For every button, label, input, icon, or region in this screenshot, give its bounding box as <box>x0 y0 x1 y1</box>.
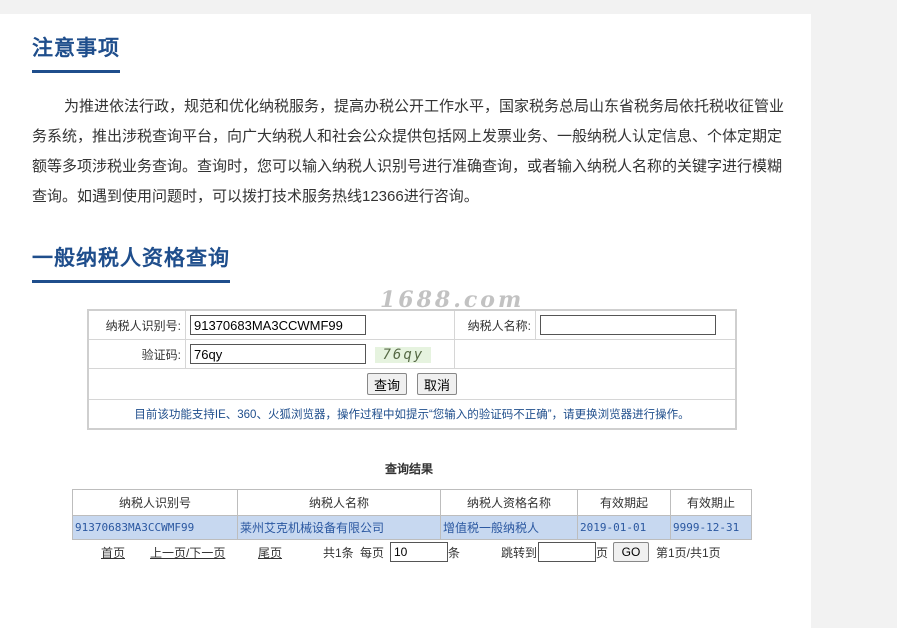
per-page-input[interactable] <box>390 542 448 562</box>
captcha-image[interactable]: 76qy <box>375 347 432 364</box>
col-header-taxpayer-id: 纳税人识别号 <box>72 489 238 516</box>
col-header-valid-from: 有效期起 <box>577 489 671 516</box>
pagination: 首页 上一页/下一页 尾页 共1条 每页 条 跳转到 页 GO 第1页/共1页 <box>0 542 811 564</box>
captcha-label: 验证码: <box>87 339 186 369</box>
query-form: 纳税人识别号: 纳税人名称: 验证码: 76qy 查询 取消 目前该功能支持IE… <box>87 309 737 430</box>
cell-qualification: 增值税一般纳税人 <box>440 515 578 540</box>
page-unit: 页 <box>596 546 609 560</box>
jump-page-input[interactable] <box>538 542 596 562</box>
cancel-button[interactable]: 取消 <box>417 373 458 395</box>
last-page-link[interactable]: 尾页 <box>258 544 282 561</box>
taxpayer-id-label: 纳税人识别号: <box>87 309 186 340</box>
taxpayer-name-input[interactable] <box>540 315 716 335</box>
cell-taxpayer-id: 91370683MA3CCWMF99 <box>72 515 238 540</box>
taxpayer-name-label: 纳税人名称: <box>454 309 536 340</box>
total-count: 共1条 <box>323 546 354 560</box>
result-header-row: 纳税人识别号 纳税人名称 纳税人资格名称 有效期起 有效期止 <box>72 489 752 516</box>
per-page-unit: 条 <box>448 546 461 560</box>
query-title: 一般纳税人资格查询 <box>32 242 230 283</box>
cell-valid-to: 9999-12-31 <box>670 515 752 540</box>
page-info: 第1页/共1页 <box>656 546 721 560</box>
result-table: 纳税人识别号 纳税人名称 纳税人资格名称 有效期起 有效期止 91370683M… <box>72 489 752 540</box>
col-header-qualification: 纳税人资格名称 <box>440 489 578 516</box>
col-header-valid-to: 有效期止 <box>670 489 752 516</box>
table-row: 91370683MA3CCWMF99 莱州艾克机械设备有限公司 增值税一般纳税人… <box>72 515 752 540</box>
first-page-link[interactable]: 首页 <box>101 544 125 561</box>
cell-taxpayer-name: 莱州艾克机械设备有限公司 <box>237 515 441 540</box>
col-header-taxpayer-name: 纳税人名称 <box>237 489 441 516</box>
search-button[interactable]: 查询 <box>366 373 407 395</box>
notice-text: 为推进依法行政，规范和优化纳税服务，提高办税公开工作水平，国家税务总局山东省税务… <box>32 98 785 205</box>
browser-hint: 目前该功能支持IE、360、火狐浏览器，操作过程中如提示“您输入的验证码不正确”… <box>87 399 737 430</box>
prev-next-page-link[interactable]: 上一页/下一页 <box>150 544 225 561</box>
taxpayer-id-input[interactable] <box>190 315 366 335</box>
go-button[interactable]: GO <box>613 542 649 562</box>
per-page-label: 每页 <box>360 546 385 560</box>
notice-title: 注意事项 <box>32 32 120 73</box>
jump-label: 跳转到 <box>501 546 538 560</box>
captcha-input[interactable] <box>190 344 366 364</box>
result-title: 查询结果 <box>385 462 434 476</box>
cell-valid-from: 2019-01-01 <box>577 515 671 540</box>
